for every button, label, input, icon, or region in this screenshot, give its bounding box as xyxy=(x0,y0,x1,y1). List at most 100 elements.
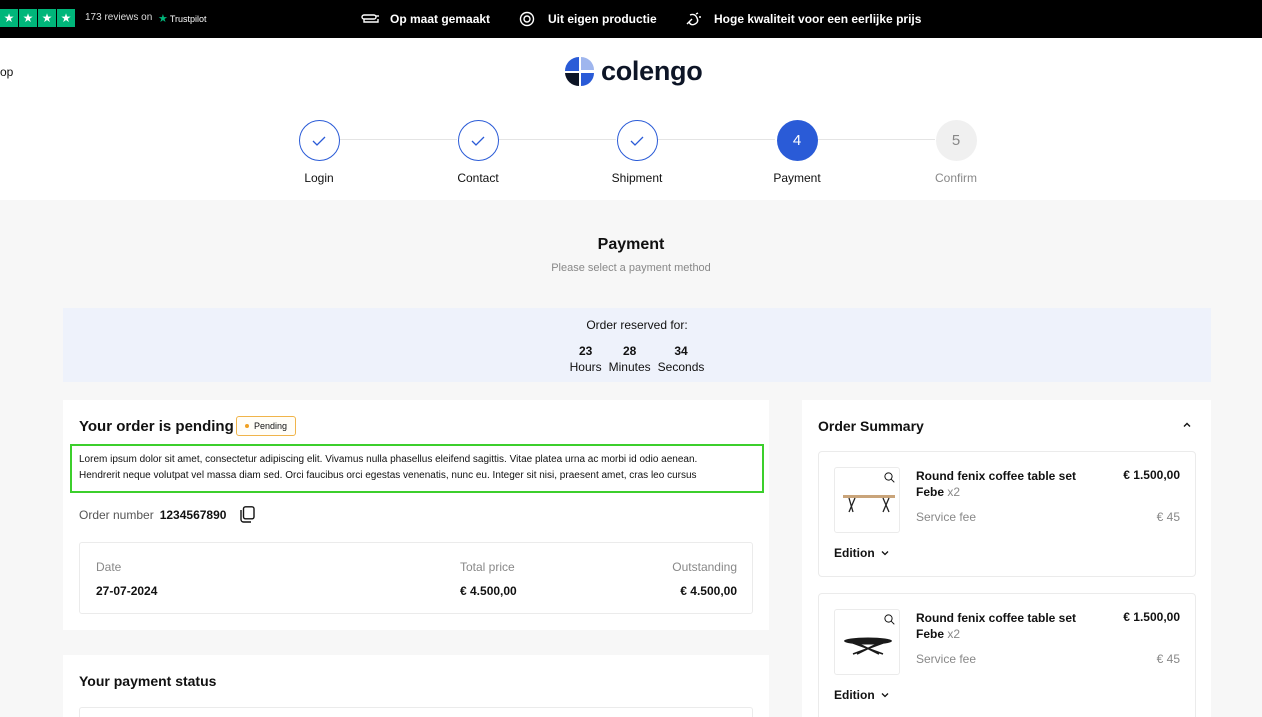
usp-own-production: Uit eigen productie xyxy=(518,11,657,27)
chevron-up-icon[interactable] xyxy=(1181,419,1193,431)
timer-value: 23 xyxy=(578,344,593,358)
trustpilot-stars[interactable]: ★ ★ ★ ★ xyxy=(0,9,75,27)
product-qty: x2 xyxy=(947,627,961,641)
timer-unit: Minutes xyxy=(608,360,651,374)
colengo-logo[interactable]: colengo xyxy=(565,56,703,87)
star-icon: ★ xyxy=(19,9,37,27)
total-price-value: € 4.500,00 xyxy=(460,584,517,598)
star-icon: ★ xyxy=(57,9,75,27)
trustpilot-logo[interactable]: ★ Trustpilot xyxy=(158,12,207,25)
order-pending-card: Your order is pending Pending Lorem ipsu… xyxy=(63,400,769,630)
timer-value: 34 xyxy=(674,344,688,358)
usp-quality: Hoge kwaliteit voor een eerlijke prijs xyxy=(684,11,921,27)
step-login[interactable]: Login xyxy=(259,120,379,185)
quality-icon xyxy=(686,12,701,26)
order-summary-card: Order Summary Round fenix coffee table s… xyxy=(802,400,1211,717)
step-contact[interactable]: Contact xyxy=(418,120,538,185)
check-icon xyxy=(312,136,326,146)
logo-mark-icon xyxy=(565,57,594,86)
logo-text: colengo xyxy=(601,56,703,86)
trustpilot-label: Trustpilot xyxy=(169,13,207,24)
status-badge: Pending xyxy=(236,416,297,436)
step-label: Confirm xyxy=(934,171,977,185)
order-description: Lorem ipsum dolor sit amet, consectetur … xyxy=(70,444,764,493)
order-summary-title: Order Summary xyxy=(818,418,924,434)
product-price: € 1.500,00 xyxy=(1123,468,1180,482)
zoom-icon[interactable] xyxy=(884,472,895,483)
order-totals-table: Date 27-07-2024 Total price € 4.500,00 O… xyxy=(79,542,753,614)
product-name-text: Round fenix coffee table set Febe xyxy=(916,469,1077,499)
usp-label: Uit eigen productie xyxy=(548,12,657,26)
timer-title: Order reserved for: xyxy=(586,318,688,332)
copy-icon[interactable] xyxy=(240,506,256,523)
product-name-text: Round fenix coffee table set Febe xyxy=(916,611,1077,641)
timer-hours: 23 Hours xyxy=(570,344,602,374)
summary-item: Round fenix coffee table set Febe x2 € 1… xyxy=(818,593,1196,717)
service-fee-label: Service fee xyxy=(916,652,977,666)
cut-off-nav-text[interactable]: op xyxy=(0,65,13,79)
check-icon xyxy=(630,136,644,146)
edition-label: Edition xyxy=(834,546,875,560)
timer-value: 28 xyxy=(622,344,637,358)
total-price-header: Total price xyxy=(460,560,515,574)
order-number-value: 1234567890 xyxy=(159,507,227,522)
description-line: Lorem ipsum dolor sit amet, consectetur … xyxy=(79,454,698,465)
payment-status-panel xyxy=(79,707,753,717)
product-name: Round fenix coffee table set Febe x2 xyxy=(916,610,1096,642)
timer-unit: Seconds xyxy=(657,360,705,374)
outstanding-header: Outstanding xyxy=(672,560,737,574)
step-circle: 5 xyxy=(935,120,977,161)
status-badge-label: Pending xyxy=(254,421,288,431)
payment-status-card: Your payment status xyxy=(63,655,769,717)
page-subtitle: Please select a payment method xyxy=(551,262,711,274)
chevron-down-icon xyxy=(881,551,889,556)
date-header: Date xyxy=(96,560,122,574)
date-value: 27-07-2024 xyxy=(96,584,158,598)
step-label: Contact xyxy=(457,171,499,185)
usp-custom-made: Op maat gemaakt xyxy=(360,11,490,27)
step-circle xyxy=(457,120,499,161)
product-image[interactable] xyxy=(834,609,900,675)
zoom-icon[interactable] xyxy=(884,614,895,625)
status-dot-icon xyxy=(245,424,249,428)
edition-dropdown[interactable]: Edition xyxy=(834,688,889,702)
edition-dropdown[interactable]: Edition xyxy=(834,546,889,560)
product-image[interactable] xyxy=(834,467,900,533)
step-confirm: 5 Confirm xyxy=(896,120,1016,185)
order-status-title: Your order is pending xyxy=(79,418,234,435)
edition-label: Edition xyxy=(834,688,875,702)
checkout-header: op colengo Login Contact Shipment 4 Paym… xyxy=(0,38,1262,200)
trustpilot-review-count[interactable]: 173 reviews on xyxy=(85,12,152,23)
timer-unit: Hours xyxy=(569,360,602,374)
order-number-label: Order number xyxy=(79,507,154,522)
summary-item: Round fenix coffee table set Febe x2 € 1… xyxy=(818,451,1196,577)
reservation-timer: Order reserved for: 23 Hours 28 Minutes … xyxy=(63,308,1211,382)
service-fee-label: Service fee xyxy=(916,510,977,524)
service-fee-value: € 45 xyxy=(1156,510,1180,524)
ruler-icon xyxy=(361,14,379,23)
chevron-down-icon xyxy=(881,693,889,698)
check-icon xyxy=(471,136,485,146)
usp-label: Hoge kwaliteit voor een eerlijke prijs xyxy=(714,12,922,26)
timer-seconds: 34 Seconds xyxy=(658,344,705,374)
page-title: Payment xyxy=(597,236,665,253)
step-label: Payment xyxy=(773,171,821,185)
trustpilot-star-icon: ★ xyxy=(158,13,168,25)
usp-label: Op maat gemaakt xyxy=(390,12,491,26)
product-name: Round fenix coffee table set Febe x2 xyxy=(916,468,1096,500)
step-payment[interactable]: 4 Payment xyxy=(737,120,857,185)
star-icon: ★ xyxy=(38,9,56,27)
step-shipment[interactable]: Shipment xyxy=(577,120,697,185)
star-icon: ★ xyxy=(0,9,18,27)
top-bar: ★ ★ ★ ★ 173 reviews on ★ Trustpilot Op m… xyxy=(0,0,1262,38)
payment-status-title: Your payment status xyxy=(79,673,217,689)
outstanding-value: € 4.500,00 xyxy=(680,584,737,598)
product-qty: x2 xyxy=(947,485,961,499)
target-icon xyxy=(519,11,535,27)
order-number-row: Order number 1234567890 xyxy=(79,506,256,523)
step-circle: 4 xyxy=(776,120,818,161)
timer-minutes: 28 Minutes xyxy=(609,344,651,374)
product-price: € 1.500,00 xyxy=(1123,610,1180,624)
step-label: Login xyxy=(304,171,334,185)
description-line: Hendrerit neque volutpat vel massa diam … xyxy=(79,470,697,481)
